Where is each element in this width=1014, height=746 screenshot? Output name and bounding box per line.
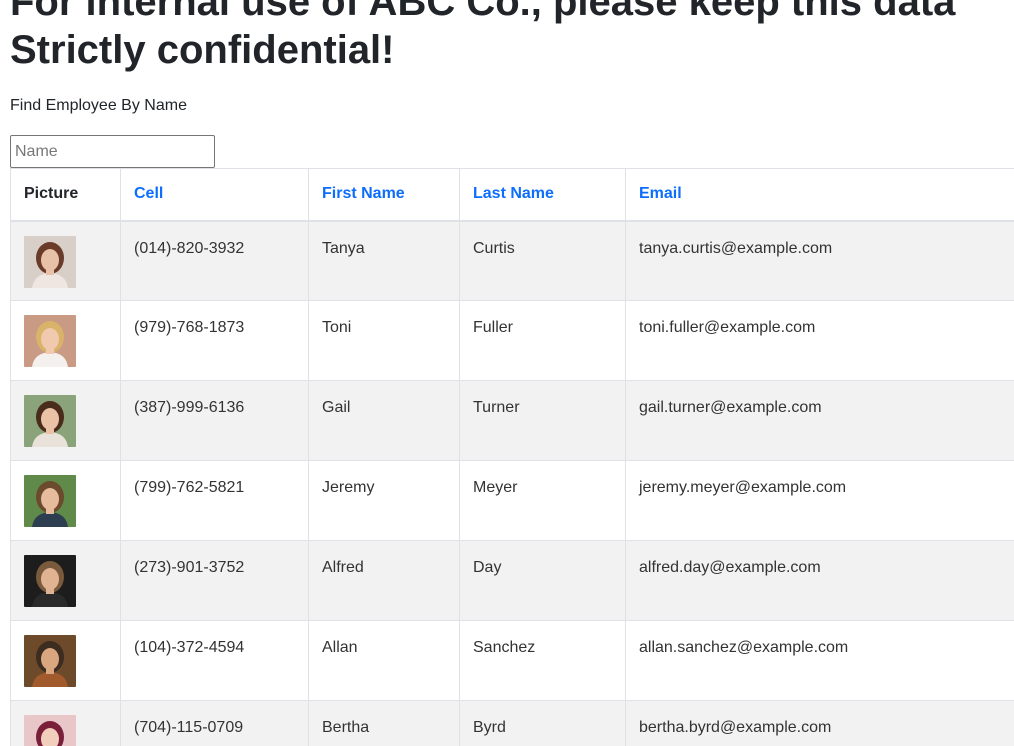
column-header-email[interactable]: Email bbox=[625, 168, 1014, 222]
picture-cell bbox=[10, 540, 121, 621]
picture-cell bbox=[10, 620, 121, 701]
first-name-cell: Alfred bbox=[308, 540, 460, 621]
title-line-1: For internal use of ABC Co., please keep… bbox=[10, 0, 956, 24]
cell-phone-cell: (387)-999-6136 bbox=[120, 380, 309, 461]
cell-phone-cell: (979)-768-1873 bbox=[120, 300, 309, 381]
cell-phone-cell: (104)-372-4594 bbox=[120, 620, 309, 701]
last-name-cell: Sanchez bbox=[459, 620, 626, 701]
employee-photo bbox=[24, 315, 76, 367]
last-name-cell: Meyer bbox=[459, 460, 626, 541]
employee-photo bbox=[24, 635, 76, 687]
cell-phone-cell: (273)-901-3752 bbox=[120, 540, 309, 621]
first-name-cell: Gail bbox=[308, 380, 460, 461]
email-cell: tanya.curtis@example.com bbox=[625, 220, 1014, 301]
last-name-cell: Day bbox=[459, 540, 626, 621]
column-header-cell[interactable]: Cell bbox=[120, 168, 309, 222]
first-name-cell: Allan bbox=[308, 620, 460, 701]
email-cell: bertha.byrd@example.com bbox=[625, 700, 1014, 746]
first-name-cell: Bertha bbox=[308, 700, 460, 746]
last-name-cell: Curtis bbox=[459, 220, 626, 301]
picture-cell bbox=[10, 380, 121, 461]
cell-phone-cell: (704)-115-0709 bbox=[120, 700, 309, 746]
cell-phone-cell: (014)-820-3932 bbox=[120, 220, 309, 301]
employee-photo bbox=[24, 235, 76, 288]
employee-photo bbox=[24, 475, 76, 527]
table-row: (014)-820-3932 Tanya Curtis tanya.curtis@ex… bbox=[10, 220, 1014, 301]
email-cell: toni.fuller@example.com bbox=[625, 300, 1014, 381]
picture-cell bbox=[10, 700, 121, 746]
title-line-2: Strictly confidential! bbox=[10, 28, 395, 72]
email-cell: allan.sanchez@example.com bbox=[625, 620, 1014, 701]
employee-table: Picture Cell First Name Last Name Email … bbox=[10, 168, 1014, 746]
last-name-cell: Turner bbox=[459, 380, 626, 461]
last-name-cell: Byrd bbox=[459, 700, 626, 746]
column-header-last-name[interactable]: Last Name bbox=[459, 168, 626, 222]
picture-cell bbox=[10, 460, 121, 541]
column-header-first-name[interactable]: First Name bbox=[308, 168, 460, 222]
table-row: (704)-115-0709 Bertha Byrd bertha.byrd@exam… bbox=[10, 700, 1014, 746]
find-employee-label: Find Employee By Name bbox=[10, 97, 187, 114]
table-row: (273)-901-3752 Alfred Day alfred.day@exampl… bbox=[10, 540, 1014, 621]
email-cell: jeremy.meyer@example.com bbox=[625, 460, 1014, 541]
table-row: (387)-999-6136 Gail Turner gail.turner@exam… bbox=[10, 380, 1014, 461]
employee-table-body: (014)-820-3932 Tanya Curtis tanya.curtis@ex… bbox=[10, 220, 1014, 746]
name-search-input[interactable] bbox=[10, 135, 215, 168]
table-header-row: Picture Cell First Name Last Name Email bbox=[10, 168, 1014, 222]
employee-photo bbox=[24, 555, 76, 607]
email-cell: gail.turner@example.com bbox=[625, 380, 1014, 461]
email-cell: alfred.day@example.com bbox=[625, 540, 1014, 621]
table-row: (799)-762-5821 Jeremy Meyer jeremy.meyer@ex… bbox=[10, 460, 1014, 541]
page-title: For internal use of ABC Co., please keep… bbox=[10, 0, 955, 74]
employee-photo bbox=[24, 395, 76, 447]
picture-cell bbox=[10, 220, 121, 301]
cell-phone-cell: (799)-762-5821 bbox=[120, 460, 309, 541]
employee-photo bbox=[24, 715, 76, 746]
first-name-cell: Jeremy bbox=[308, 460, 460, 541]
picture-cell bbox=[10, 300, 121, 381]
first-name-cell: Toni bbox=[308, 300, 460, 381]
last-name-cell: Fuller bbox=[459, 300, 626, 381]
first-name-cell: Tanya bbox=[308, 220, 460, 301]
column-header-picture: Picture bbox=[10, 168, 121, 222]
page: For internal use of ABC Co., please keep… bbox=[0, 0, 1014, 746]
table-row: (104)-372-4594 Allan Sanchez allan.sanchez@… bbox=[10, 620, 1014, 701]
table-row: (979)-768-1873 Toni Fuller toni.fuller@exam… bbox=[10, 300, 1014, 381]
